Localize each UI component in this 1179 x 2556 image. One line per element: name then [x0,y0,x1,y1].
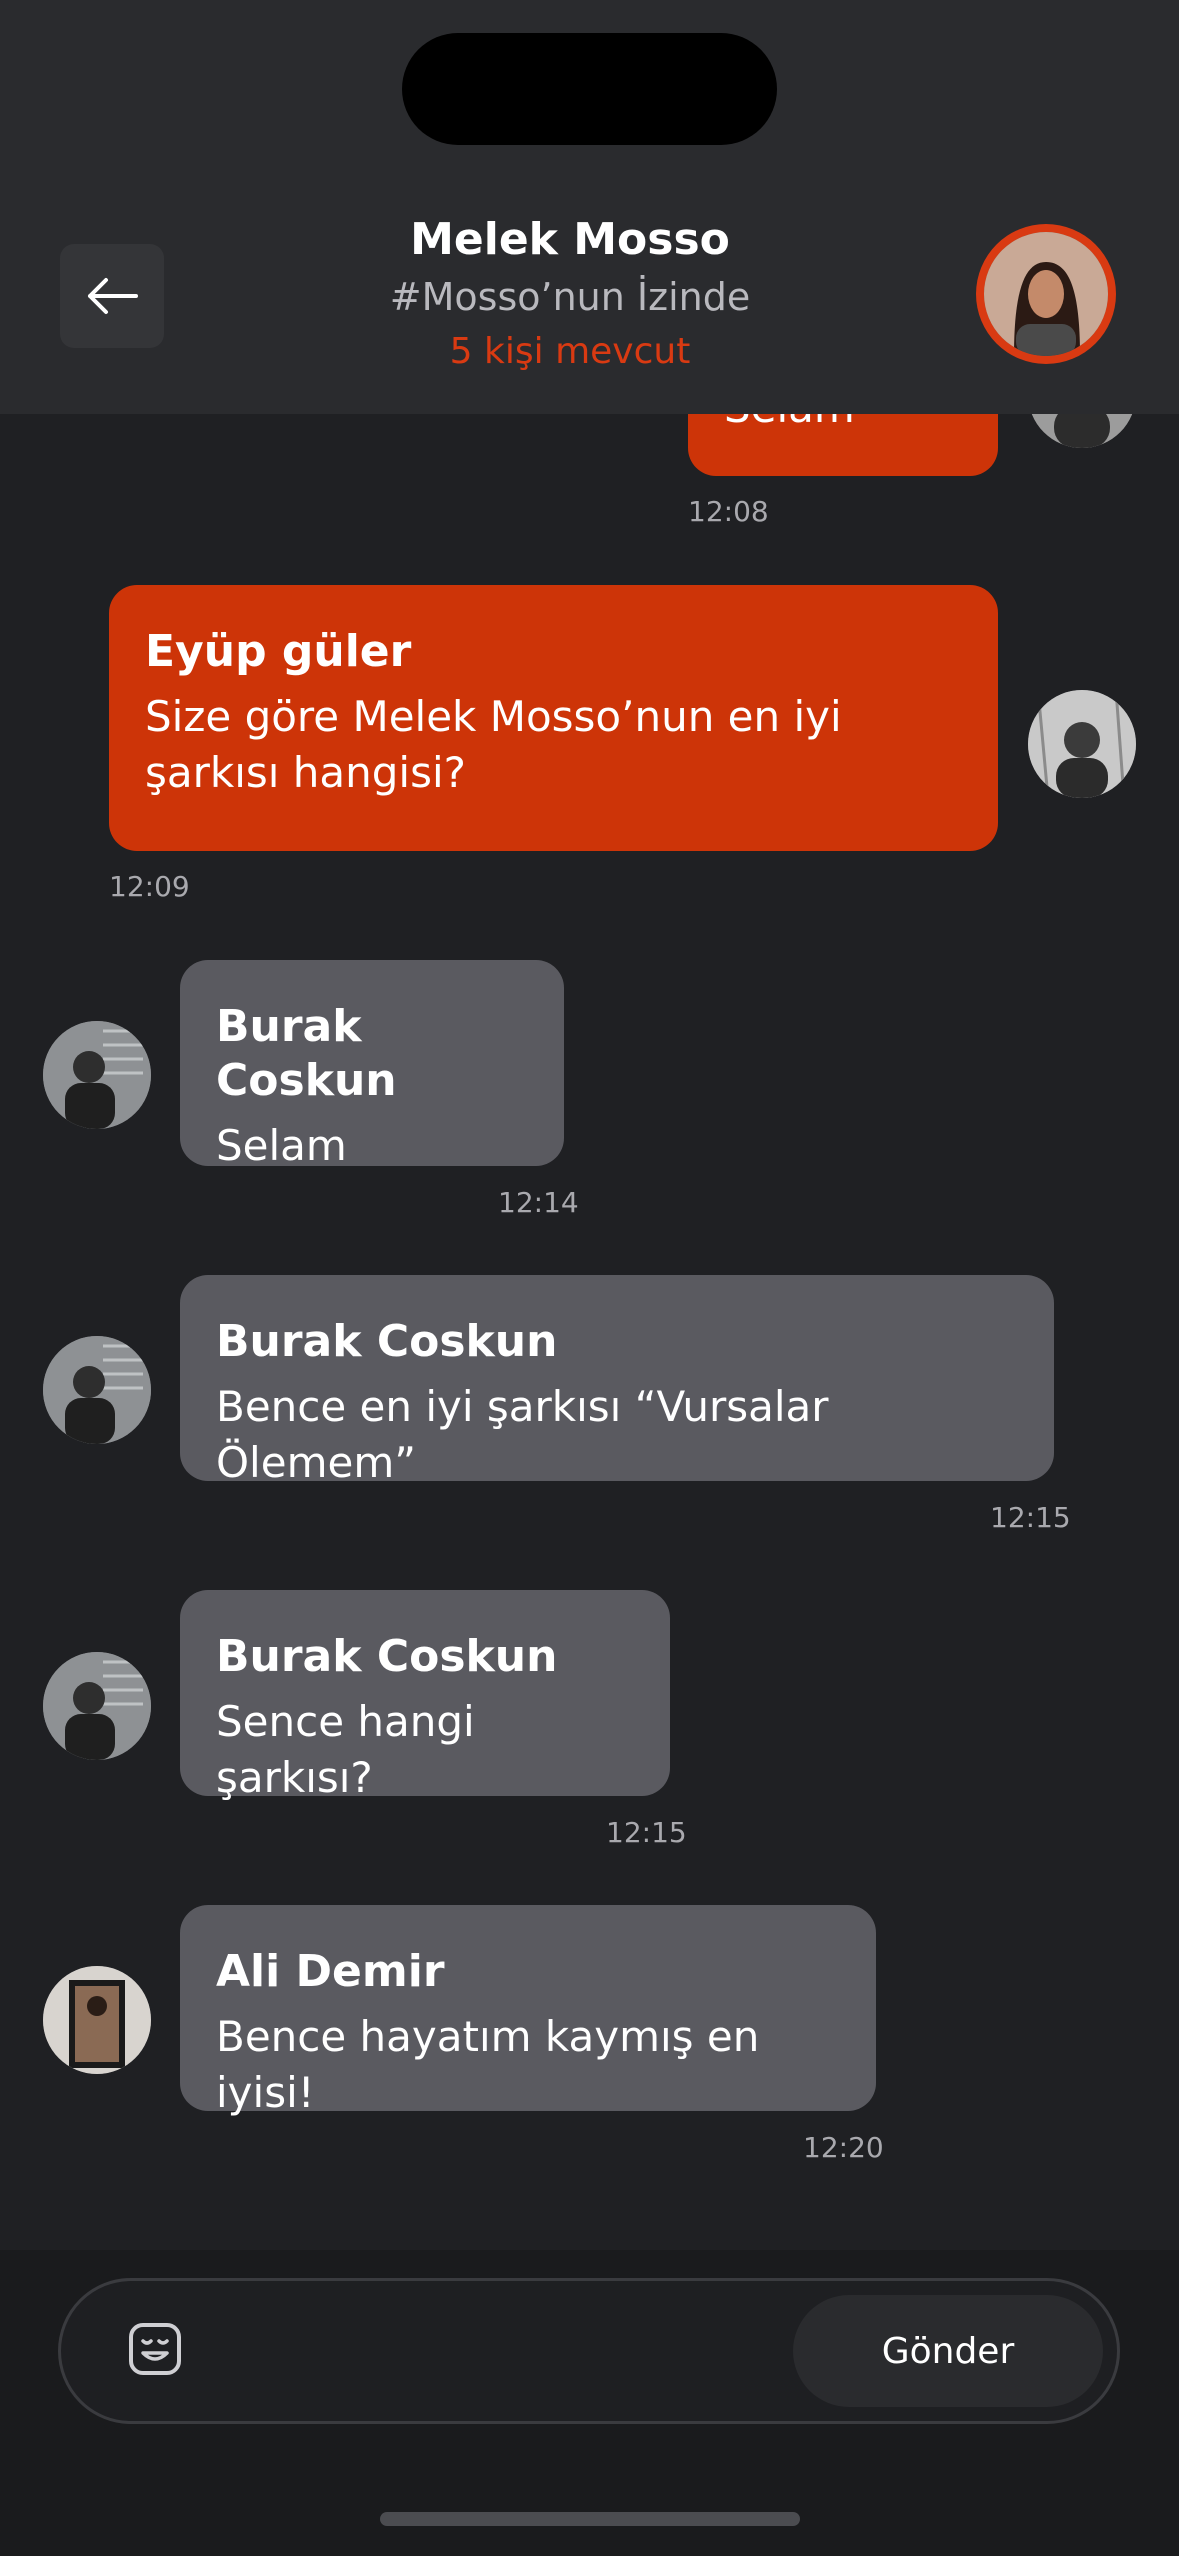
sender-name: Ali Demir [216,1946,445,1997]
sender-name: Burak Coskun [216,1316,558,1367]
avatar[interactable] [43,1336,151,1444]
message-time: 12:15 [990,1501,1071,1534]
message-bubble-other[interactable]: Burak Coskun Selam [180,960,564,1170]
send-button[interactable]: Gönder [793,2295,1103,2407]
chat-title: Melek Mosso [410,214,730,265]
message-bubble-other[interactable]: Burak Coskun Sence hangi şarkısı? [180,1590,670,1802]
message-bubble-own[interactable]: Eyüp güler Size göre Melek Mosso’nun en … [109,585,998,851]
avatar[interactable] [43,1966,151,2074]
message-time: 12:09 [109,870,190,903]
emoji-icon[interactable] [127,2321,183,2377]
chat-title-block: Melek Mosso #Mosso’nun İzinde 5 kişi mev… [0,212,1140,378]
message-time: 12:20 [803,2131,884,2164]
sender-name: Burak Coskun [216,1631,558,1682]
message-text: Size göre Melek Mosso’nun en iyi şarkısı… [145,692,842,797]
chat-header: Melek Mosso #Mosso’nun İzinde 5 kişi mev… [0,0,1179,414]
host-avatar[interactable] [976,224,1116,364]
member-count: 5 kişi mevcut [449,331,691,372]
avatar[interactable] [1028,690,1136,798]
message-text: Bence en iyi şarkısı “Vursalar Ölemem” [216,1382,829,1487]
channel-name: #Mosso’nun İzinde [389,275,751,319]
message-input[interactable]: Gönder [58,2278,1120,2424]
home-indicator [380,2512,800,2526]
message-time: 12:14 [498,1186,579,1219]
message-time: 12:15 [606,1816,687,1849]
message-text: Bence hayatım kaymış en iyisi! [216,2012,760,2117]
avatar[interactable] [43,1652,151,1760]
sender-name: Burak Coskun [216,1001,397,1106]
message-text: Sence hangi şarkısı? [216,1697,475,1802]
message-text: Selam [216,1121,347,1170]
message-bubble-other[interactable]: Burak Coskun Bence en iyi şarkısı “Vursa… [180,1275,1054,1487]
camera-notch [402,33,777,145]
avatar[interactable] [43,1021,151,1129]
message-time: 12:08 [688,495,769,528]
message-bubble-other[interactable]: Ali Demir Bence hayatım kaymış en iyisi! [180,1905,876,2117]
sender-name: Eyüp güler [145,626,412,677]
